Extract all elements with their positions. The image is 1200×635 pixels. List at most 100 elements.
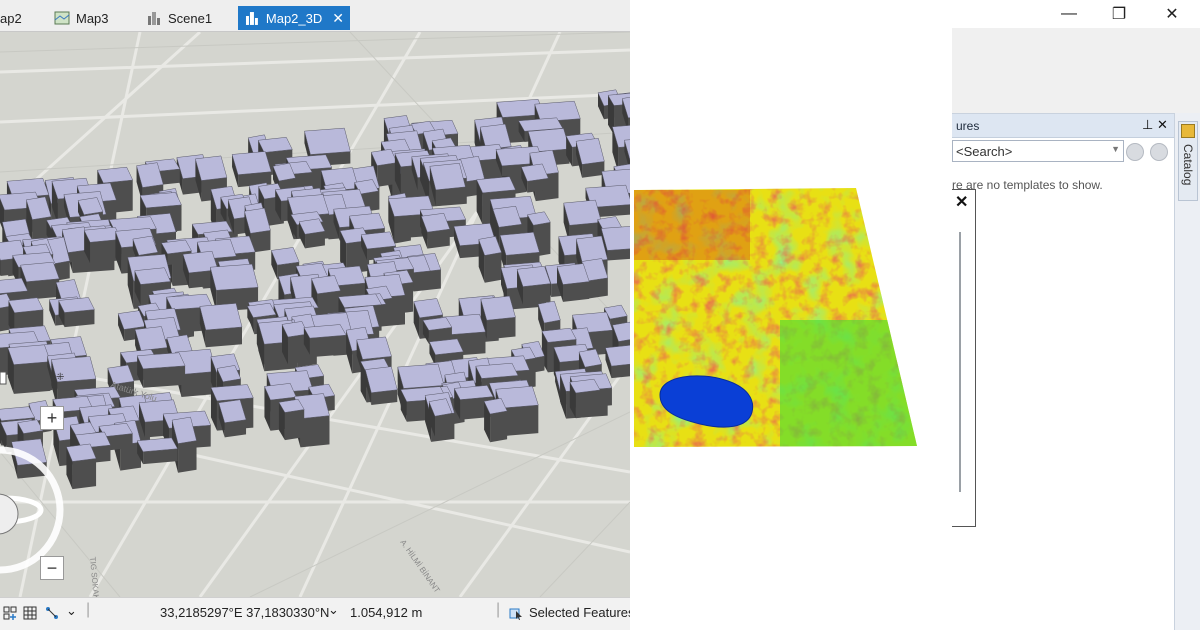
status-bar: ⌄ | 33,2185297°E 37,1830330°N ⌄ 1.054,91… [0, 597, 630, 630]
building-wall [576, 390, 600, 418]
building-wall [435, 413, 452, 436]
side-tab-strip: Catalog [1174, 113, 1200, 630]
tab-label: Map2_3D [266, 11, 322, 26]
chevron-down-icon[interactable]: ⌄ [66, 603, 77, 619]
suitability-raster [630, 0, 952, 630]
building-roof [135, 327, 167, 351]
close-icon[interactable]: ✕ [1157, 117, 1168, 133]
building-wall [143, 366, 185, 388]
pane-title: ures [956, 119, 979, 133]
grid-add-icon[interactable] [2, 605, 18, 621]
scene-icon [146, 10, 162, 26]
cursor-icon: ⁜ [56, 372, 64, 383]
building-wall [377, 163, 397, 187]
tab-map3[interactable]: Map3 [48, 6, 115, 30]
building-wall [588, 278, 608, 299]
scale-readout: 1.054,912 m [350, 605, 422, 620]
snapping-icon[interactable] [44, 605, 60, 621]
building-roof [97, 167, 132, 183]
search-input[interactable]: <Search> ▼ [952, 140, 1124, 162]
catalog-icon [1181, 124, 1195, 138]
coordinate-readout: 33,2185297°E 37,1830330°N [160, 605, 329, 620]
floating-dialog: ✕ [952, 189, 976, 527]
create-features-pane: ures ⊥ ✕ <Search> ▼ re are no templates … [952, 113, 1174, 630]
building-roof [59, 297, 95, 312]
tab-catalog[interactable]: Catalog [1178, 121, 1198, 201]
building-wall [523, 284, 550, 305]
building-roof [477, 177, 516, 193]
building-roof [232, 151, 271, 174]
building-wall [427, 229, 449, 249]
building-wall [285, 409, 304, 440]
building-roof [361, 232, 396, 249]
building-wall [485, 252, 502, 282]
selected-features-icon[interactable] [508, 605, 524, 621]
close-icon: ✕ [1165, 4, 1178, 24]
map-icon [54, 10, 70, 26]
tab-map2[interactable]: ap2 [0, 6, 28, 30]
building-roof [195, 156, 227, 181]
minus-icon: − [47, 558, 58, 579]
view-tab-bar: ap2 Map3 Scene1 Map2_3D ✕ [0, 0, 630, 32]
building-roof [135, 268, 171, 285]
scene-icon [244, 10, 260, 26]
pin-icon[interactable]: ⊥ [1142, 117, 1153, 133]
building-roof [517, 266, 550, 286]
building-wall [436, 187, 466, 206]
building-roof [210, 264, 258, 290]
building-roof [349, 213, 384, 231]
restore-icon: ❐ [1112, 4, 1126, 24]
close-icon[interactable]: ✕ [955, 192, 968, 212]
zoom-out-button[interactable]: − [40, 556, 64, 580]
application-window: — ❐ ✕ ures ⊥ ✕ <Search> ▼ re are no temp… [952, 0, 1200, 630]
tab-label: ap2 [0, 11, 22, 26]
restore-button[interactable]: ❐ [1107, 2, 1131, 26]
building-roof [564, 200, 602, 225]
minimize-button[interactable]: — [1057, 2, 1081, 26]
building-wall [310, 335, 346, 355]
building-roof [211, 385, 253, 401]
building-roof [137, 353, 185, 369]
building-roof [8, 345, 51, 365]
raster-preview [630, 0, 952, 630]
minimize-icon: — [1061, 5, 1077, 23]
building-roof [304, 128, 350, 154]
tab-scene1[interactable]: Scene1 [140, 6, 218, 30]
building-wall [317, 291, 340, 316]
pane-header: ures ⊥ ✕ [952, 114, 1174, 138]
raster-green-patch [780, 320, 920, 450]
building-wall [178, 441, 196, 473]
building-roof [481, 296, 516, 320]
scrollbar[interactable] [959, 232, 961, 492]
building-roof [140, 192, 181, 207]
chevron-down-icon[interactable]: ⌄ [328, 602, 339, 618]
chevron-down-icon[interactable]: ▼ [1111, 144, 1120, 154]
close-icon[interactable]: ✕ [332, 10, 344, 27]
settings-icon[interactable] [1150, 143, 1168, 161]
selected-features-label[interactable]: Selected Features [529, 605, 630, 620]
building-roof [557, 264, 589, 285]
building-wall [14, 362, 51, 394]
ribbon-area [952, 28, 1200, 112]
zoom-in-button[interactable]: + [40, 406, 64, 430]
table-icon[interactable] [22, 605, 38, 621]
building-roof [476, 363, 518, 378]
building-roof [258, 137, 292, 152]
building-wall [26, 279, 59, 300]
close-window-button[interactable]: ✕ [1160, 2, 1184, 26]
search-icon[interactable] [1126, 143, 1144, 161]
3d-scene-view[interactable]: Atatürk Yolu TIG SOKAK A. HİLMİ BİNANT ⁜ [0, 32, 630, 597]
building-roof [357, 337, 392, 359]
tab-label: Scene1 [168, 11, 212, 26]
catalog-label: Catalog [1181, 144, 1195, 185]
building-wall [487, 317, 516, 339]
building-wall [300, 416, 329, 448]
map-view-panel: ap2 Map3 Scene1 Map2_3D ✕ [0, 0, 630, 630]
scene-handle[interactable] [0, 372, 6, 384]
tab-map2-3d[interactable]: Map2_3D ✕ [238, 6, 350, 30]
building-wall [502, 405, 539, 436]
raster-red-patch [630, 190, 750, 260]
window-title-bar: — ❐ ✕ [952, 0, 1200, 28]
plus-icon: + [47, 408, 58, 429]
building-roof [535, 101, 581, 122]
